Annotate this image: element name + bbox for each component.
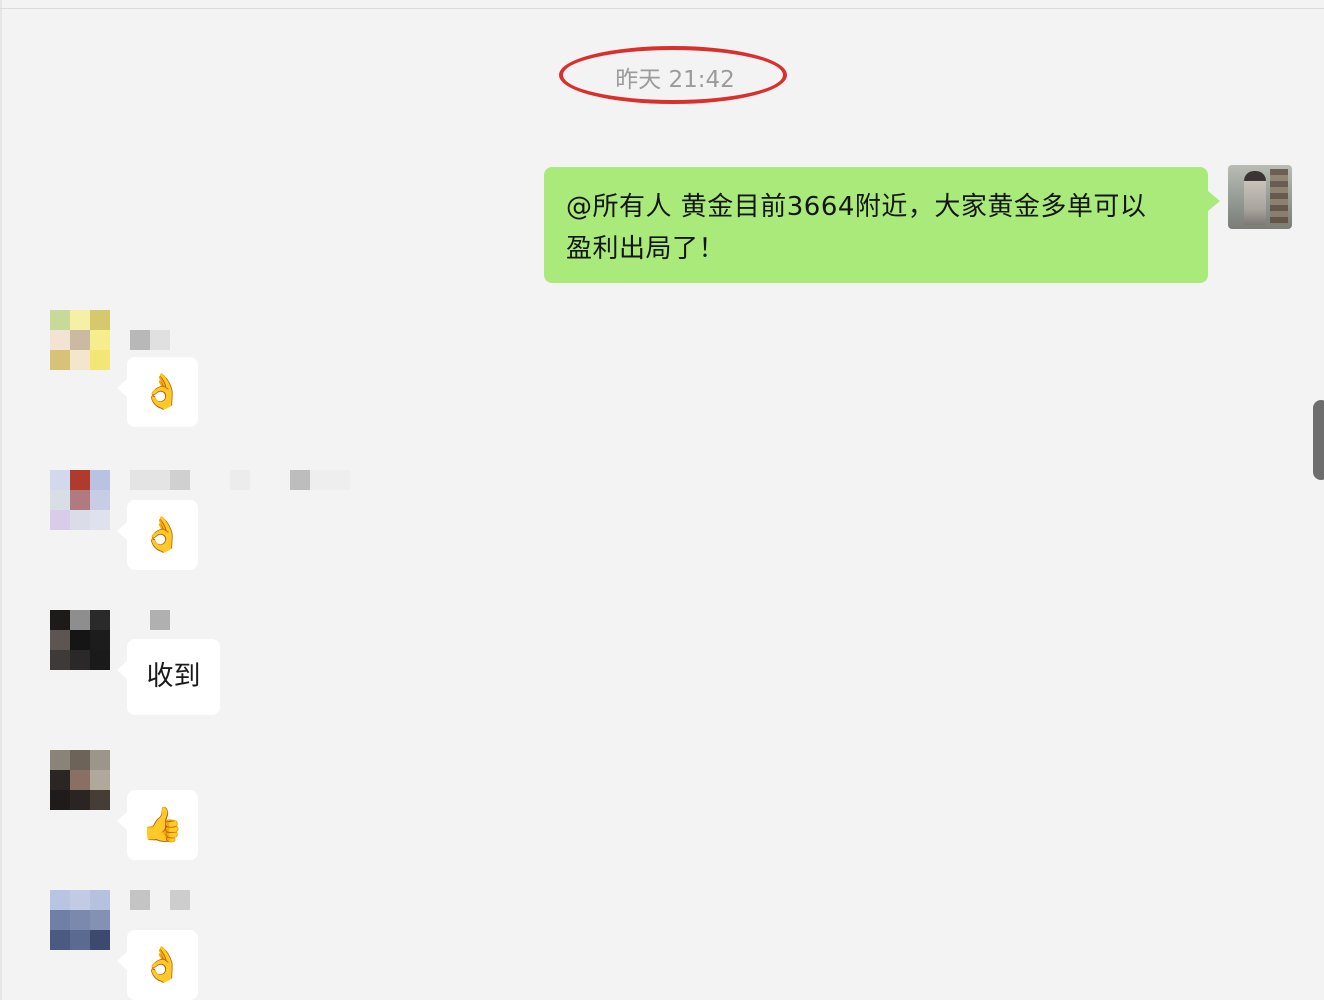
member-name-blurred: [130, 330, 170, 350]
highlight-circle: [559, 46, 787, 104]
avatar-background: [1270, 169, 1288, 225]
member-avatar-blurred[interactable]: [50, 610, 110, 670]
incoming-message-bubble[interactable]: 👌: [117, 930, 198, 1000]
member-avatar-blurred[interactable]: [50, 750, 110, 810]
member-avatar-blurred[interactable]: [50, 470, 110, 530]
outgoing-message-line: 盈利出局了！: [566, 234, 726, 264]
member-name-blurred: [150, 610, 170, 630]
sender-avatar[interactable]: [1228, 165, 1292, 229]
incoming-message-bubble[interactable]: 👍: [117, 790, 198, 860]
incoming-message-bubble[interactable]: 收到: [117, 639, 220, 715]
outgoing-message-bubble[interactable]: @所有人 黄金目前3664附近，大家黄金多单可以 盈利出局了！: [544, 167, 1220, 283]
incoming-message-bubble[interactable]: 👌: [117, 500, 198, 570]
chat-scrollbar[interactable]: [1313, 400, 1324, 480]
header-divider: [0, 8, 1324, 9]
member-name-blurred: [130, 470, 350, 490]
incoming-message-bubble[interactable]: 👌: [117, 357, 198, 427]
member-avatar-blurred[interactable]: [50, 310, 110, 370]
window-left-edge: [0, 0, 2, 1000]
member-name-blurred: [130, 890, 190, 910]
member-avatar-blurred[interactable]: [50, 890, 110, 950]
avatar-person: [1244, 171, 1266, 225]
outgoing-message-line: @所有人 黄金目前3664附近，大家黄金多单可以: [566, 192, 1147, 222]
